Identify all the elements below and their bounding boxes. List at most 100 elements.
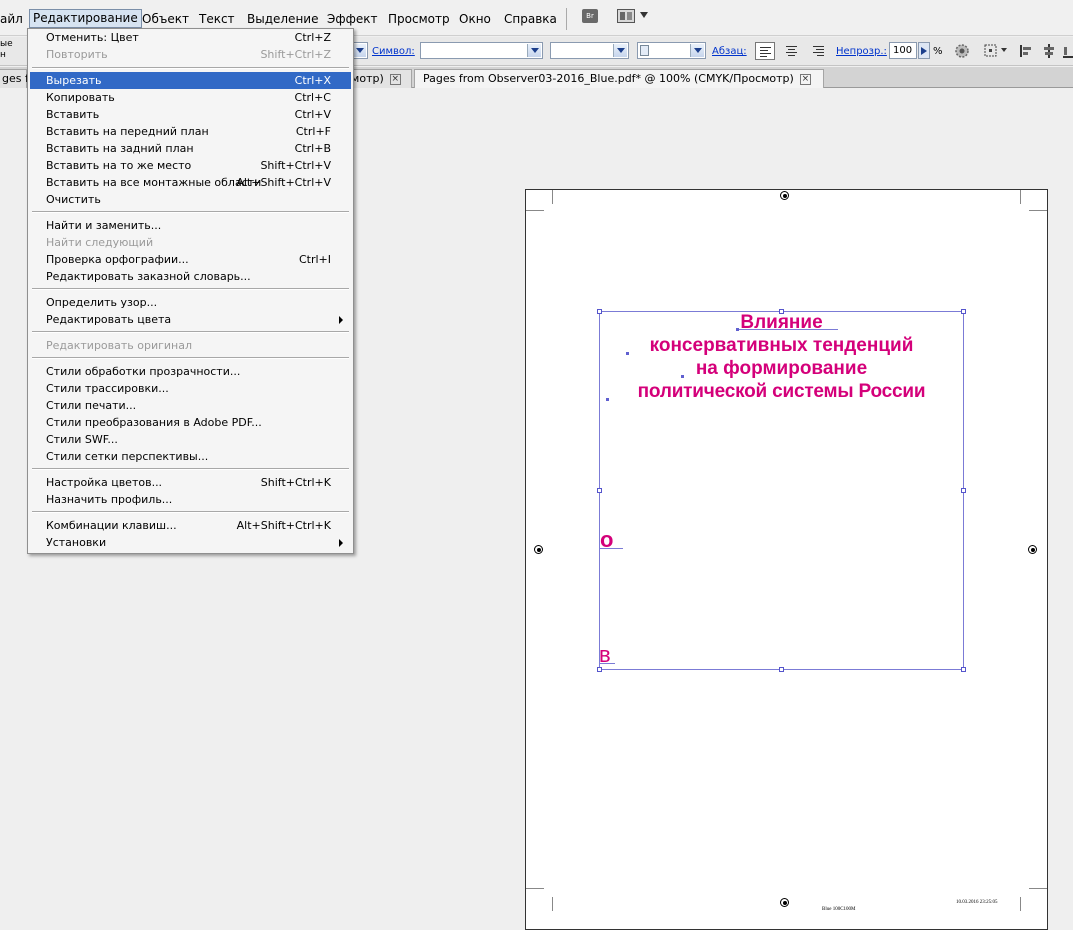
menu-item-clear[interactable]: Очистить bbox=[30, 191, 351, 208]
control-bar-cut-label: ые н bbox=[0, 39, 13, 60]
dropdown-arrow-icon bbox=[690, 44, 704, 57]
align-right-button[interactable] bbox=[809, 42, 829, 60]
registration-mark-icon bbox=[780, 191, 789, 200]
crop-mark bbox=[1020, 897, 1021, 911]
menu-item-define-pattern[interactable]: Определить узор... bbox=[30, 294, 351, 311]
align-bottom-icon[interactable] bbox=[1061, 42, 1073, 60]
menu-item-tracing-presets[interactable]: Стили трассировки... bbox=[30, 380, 351, 397]
menu-item-perspective-grid-presets[interactable]: Стили сетки перспективы... bbox=[30, 448, 351, 465]
dropdown-arrow-icon bbox=[352, 44, 366, 57]
registration-mark-icon bbox=[1028, 545, 1037, 554]
menu-item-edit-original: Редактировать оригинал bbox=[46, 339, 193, 352]
resize-handle[interactable] bbox=[597, 309, 602, 314]
menu-item-assign-profile[interactable]: Назначить профиль... bbox=[30, 491, 351, 508]
menu-effect[interactable]: Эффект bbox=[327, 11, 378, 27]
resize-handle[interactable] bbox=[597, 667, 602, 672]
crop-mark bbox=[1029, 888, 1047, 889]
dropdown-arrow-icon bbox=[527, 44, 541, 57]
menu-item-transparency-presets[interactable]: Стили обработки прозрачности... bbox=[30, 363, 351, 380]
menu-item-color-settings[interactable]: Настройка цветов... Shift+Ctrl+K bbox=[30, 474, 351, 491]
menu-item-cut[interactable]: Вырезать Ctrl+X bbox=[30, 72, 351, 89]
percent-label: % bbox=[933, 46, 943, 57]
resize-handle[interactable] bbox=[961, 488, 966, 493]
menu-item-redo: Повторить Shift+Ctrl+Z bbox=[46, 48, 331, 61]
align-top-icon[interactable] bbox=[1018, 42, 1036, 60]
menu-item-swf-presets[interactable]: Стили SWF... bbox=[30, 431, 351, 448]
menu-item-paste-in-place[interactable]: Вставить на то же место Shift+Ctrl+V bbox=[30, 157, 351, 174]
menu-item-paste-in-front[interactable]: Вставить на передний план Ctrl+F bbox=[30, 123, 351, 140]
menu-item-check-spelling[interactable]: Проверка орфографии... Ctrl+I bbox=[30, 251, 351, 268]
menu-item-edit-colors[interactable]: Редактировать цвета bbox=[30, 311, 351, 328]
style-dropdown[interactable] bbox=[550, 42, 629, 59]
menu-separator bbox=[32, 331, 349, 333]
menu-separator bbox=[32, 211, 349, 213]
menu-item-print-presets[interactable]: Стили печати... bbox=[30, 397, 351, 414]
chevron-down-icon[interactable] bbox=[640, 12, 648, 18]
resize-handle[interactable] bbox=[961, 667, 966, 672]
crop-mark bbox=[526, 888, 544, 889]
resize-handle[interactable] bbox=[597, 488, 602, 493]
bridge-button[interactable]: Br bbox=[582, 9, 598, 23]
dropdown-arrow-icon bbox=[613, 44, 627, 57]
menu-text[interactable]: Текст bbox=[199, 11, 235, 27]
document-tab[interactable]: ges f bbox=[0, 69, 29, 88]
menu-help[interactable]: Справка bbox=[504, 11, 557, 27]
menu-separator bbox=[32, 67, 349, 69]
opacity-arrow-button[interactable] bbox=[918, 42, 930, 59]
stepper-icon[interactable] bbox=[640, 45, 649, 56]
tab-label: Pages from Observer03-2016_Blue.pdf* @ 1… bbox=[423, 72, 794, 85]
menu-item-copy[interactable]: Копировать Ctrl+C bbox=[30, 89, 351, 106]
symbol-link[interactable]: Символ: bbox=[372, 46, 415, 57]
crop-mark bbox=[552, 897, 553, 911]
crop-mark bbox=[1029, 210, 1047, 211]
menu-object[interactable]: Объект bbox=[142, 11, 189, 27]
align-center-objects-icon[interactable] bbox=[1040, 42, 1058, 60]
document-tab-active[interactable]: Pages from Observer03-2016_Blue.pdf* @ 1… bbox=[414, 69, 824, 88]
align-center-button[interactable] bbox=[782, 42, 802, 60]
menu-item-paste[interactable]: Вставить Ctrl+V bbox=[30, 106, 351, 123]
transform-icon[interactable] bbox=[982, 42, 1000, 60]
resize-handle[interactable] bbox=[779, 667, 784, 672]
menu-item-pdf-presets[interactable]: Стили преобразования в Adobe PDF... bbox=[30, 414, 351, 431]
menu-item-undo[interactable]: Отменить: Цвет Ctrl+Z bbox=[30, 29, 351, 46]
recolor-icon[interactable] bbox=[953, 42, 971, 60]
crop-mark bbox=[526, 210, 544, 211]
symbol-dropdown[interactable] bbox=[420, 42, 543, 59]
registration-mark-icon bbox=[780, 898, 789, 907]
stroke-dropdown[interactable] bbox=[352, 42, 368, 59]
menu-separator bbox=[566, 8, 567, 30]
selection-bounding-box[interactable] bbox=[599, 311, 964, 670]
menu-edit[interactable]: Редактирование bbox=[29, 9, 142, 28]
paragraph-link[interactable]: Абзац: bbox=[712, 46, 747, 57]
menu-item-preferences[interactable]: Установки bbox=[30, 534, 351, 551]
menu-select[interactable]: Выделение bbox=[247, 11, 318, 27]
menu-item-keyboard-shortcuts[interactable]: Комбинации клавиш... Alt+Shift+Ctrl+K bbox=[30, 517, 351, 534]
menu-separator bbox=[32, 357, 349, 359]
menu-file[interactable]: айл bbox=[0, 11, 23, 27]
slug-date-label: 10.03.2016 23:25:05 bbox=[956, 900, 998, 905]
menu-item-paste-in-back[interactable]: Вставить на задний план Ctrl+B bbox=[30, 140, 351, 157]
size-dropdown[interactable] bbox=[637, 42, 706, 59]
menu-item-edit-dictionary[interactable]: Редактировать заказной словарь... bbox=[30, 268, 351, 285]
menu-separator bbox=[32, 468, 349, 470]
menu-separator bbox=[32, 288, 349, 290]
resize-handle[interactable] bbox=[779, 309, 784, 314]
align-left-button[interactable] bbox=[755, 42, 775, 60]
menu-item-paste-all-artboards[interactable]: Вставить на все монтажные области Alt+Shi… bbox=[30, 174, 351, 191]
workspace-layout-icon[interactable] bbox=[617, 9, 635, 23]
submenu-arrow-icon bbox=[339, 539, 343, 547]
opacity-input[interactable]: 100 bbox=[889, 42, 917, 59]
edit-menu-dropdown: Отменить: Цвет Ctrl+Z Повторить Shift+Ctrl… bbox=[27, 28, 354, 554]
close-icon[interactable]: × bbox=[799, 73, 811, 85]
close-icon[interactable]: × bbox=[389, 73, 401, 85]
submenu-arrow-icon bbox=[339, 316, 343, 324]
slug-color-label: Blue 100C100M bbox=[822, 907, 856, 912]
menu-item-find-next: Найти следующий bbox=[46, 236, 154, 249]
resize-handle[interactable] bbox=[961, 309, 966, 314]
menu-view[interactable]: Просмотр bbox=[388, 11, 450, 27]
menu-window[interactable]: Окно bbox=[459, 11, 491, 27]
opacity-link[interactable]: Непрозр.: bbox=[836, 46, 887, 57]
chevron-down-icon[interactable] bbox=[1001, 48, 1007, 52]
registration-mark-icon bbox=[534, 545, 543, 554]
menu-item-find-replace[interactable]: Найти и заменить... bbox=[30, 217, 351, 234]
